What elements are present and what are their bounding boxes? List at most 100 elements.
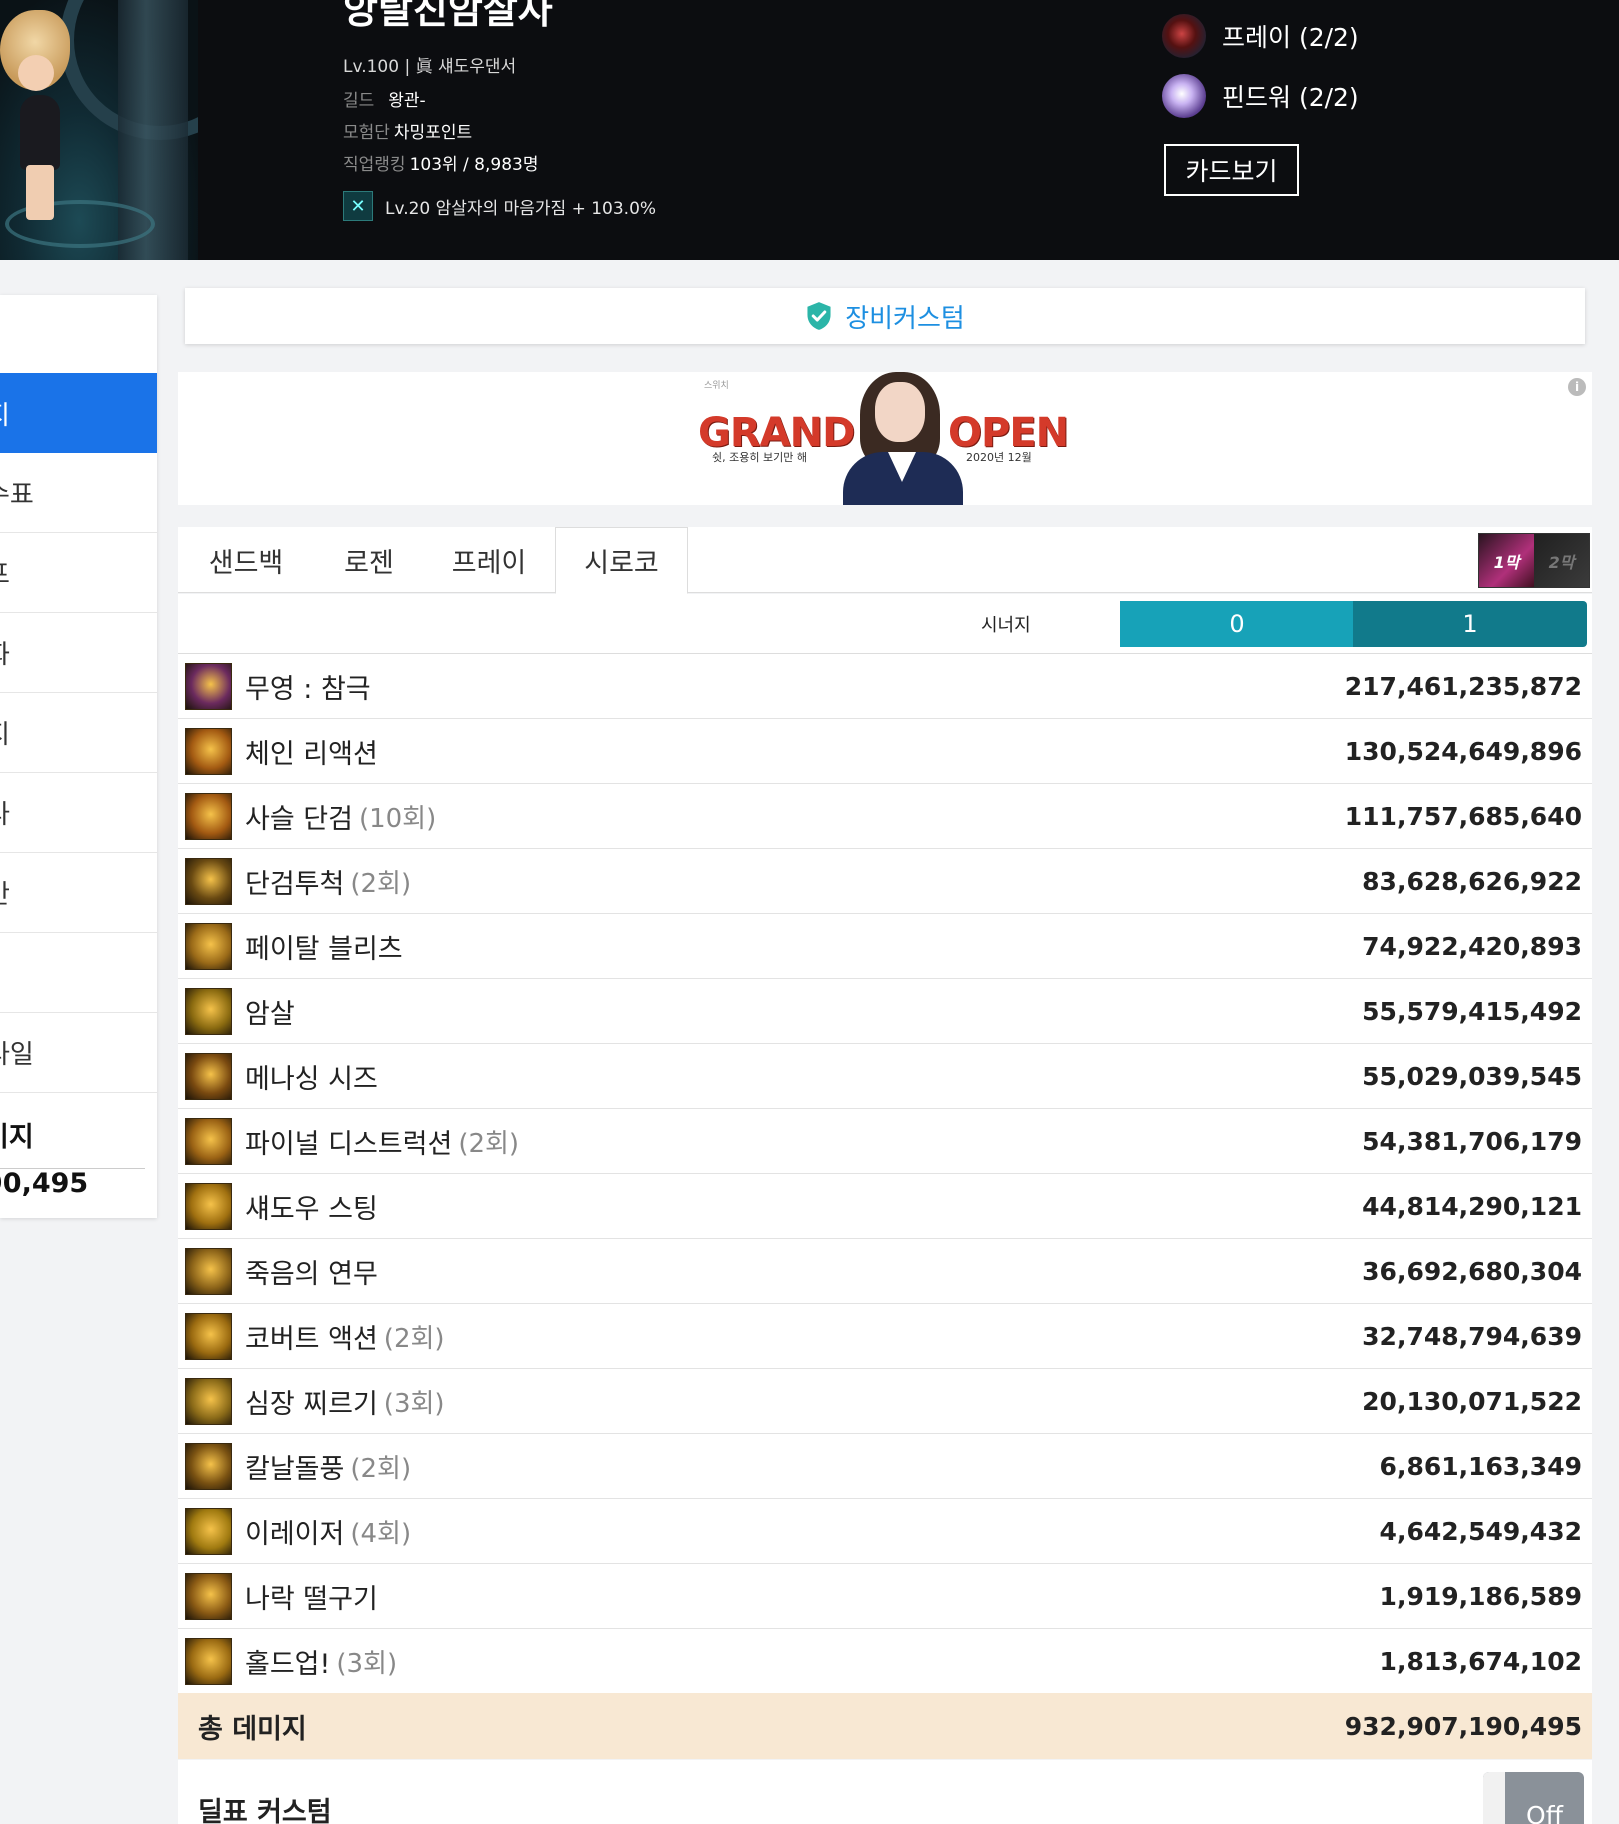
skill-icon [185, 1117, 232, 1165]
sidebar-item-2[interactable]: 프 [0, 533, 157, 613]
synergy-option-1[interactable]: 1 [1353, 601, 1587, 647]
skill-damage: 55,579,415,492 [1362, 997, 1582, 1026]
skill-damage: 20,130,071,522 [1362, 1387, 1582, 1416]
guild-label: 길드 [343, 91, 375, 111]
skill-name: 단검투척 [245, 868, 345, 900]
skill-damage: 83,628,626,922 [1362, 867, 1582, 896]
skill-count: (3회) [383, 1388, 445, 1419]
rank-label: 직업랭킹 [343, 155, 406, 175]
skill-icon [185, 1182, 232, 1230]
skill-count: (3회) [336, 1648, 398, 1679]
skill-damage: 44,814,290,121 [1362, 1192, 1582, 1221]
skill-damage: 6,861,163,349 [1379, 1452, 1582, 1481]
skill-name: 죽음의 연무 [245, 1258, 378, 1290]
skill-name: 홀드업! [245, 1648, 331, 1680]
sidebar-item-label: 수표 [0, 480, 34, 510]
synergy-option-0[interactable]: 0 [1120, 601, 1354, 647]
tab-rosen[interactable]: 로젠 [314, 527, 424, 593]
ad-model-image [843, 372, 963, 505]
phase-2-thumb[interactable]: 2막 [1534, 534, 1589, 587]
skill-row: 이레이저 (4회) 4,642,549,432 [178, 1499, 1592, 1564]
adventure-value[interactable]: 차밍포인트 [394, 123, 472, 143]
skill-icon [185, 1312, 232, 1360]
skill-name: 메나싱 시즈 [245, 1063, 378, 1095]
skill-row: 홀드업! (3회) 1,813,674,102 [178, 1629, 1592, 1694]
skill-icon [185, 1507, 232, 1555]
skill-count: (4회) [350, 1518, 412, 1549]
buff-skill-icon: ✕ [343, 191, 373, 221]
skill-row: 코버트 액션 (2회) 32,748,794,639 [178, 1304, 1592, 1369]
skill-name: 파이널 디스트럭션 [245, 1128, 453, 1160]
sidebar-item-4[interactable]: 지 [0, 693, 157, 773]
skill-row: 사슬 단검 (10회) 111,757,685,640 [178, 784, 1592, 849]
ad-left-subtext: 쉿, 조용히 보기만 해 [712, 451, 807, 464]
shield-check-icon [807, 302, 831, 330]
skill-name: 사슬 단검 [245, 803, 353, 835]
skill-icon [185, 857, 232, 905]
phase-selector[interactable]: 1막 2막 [1478, 533, 1590, 588]
equipment-custom-button[interactable]: 장비커스텀 [185, 288, 1585, 344]
buff-line: ✕ Lv.20 암살자의 마음가짐 + 103.0% [343, 191, 656, 221]
skill-name: 무영 : 참극 [245, 673, 371, 705]
skill-icon [185, 792, 232, 840]
skill-damage: 55,029,039,545 [1362, 1062, 1582, 1091]
deal-custom-toggle[interactable]: Off [1483, 1772, 1584, 1824]
sidebar-total-label: 미지 [0, 1115, 145, 1169]
guild-value[interactable]: 왕관- [388, 91, 425, 111]
skill-name: 이레이저 [245, 1518, 345, 1550]
ad-banner[interactable]: 스위치 GRAND 쉿, 조용히 보기만 해 OPEN 2020년 12월 i [178, 372, 1592, 505]
synergy-label: 시너지 [981, 615, 1031, 636]
skill-damage: 54,381,706,179 [1362, 1127, 1582, 1156]
skill-count: (2회) [458, 1128, 520, 1159]
skill-name: 칼날돌풍 [245, 1453, 345, 1485]
skill-damage: 1,919,186,589 [1379, 1582, 1582, 1611]
skill-name: 심장 찌르기 [245, 1388, 378, 1420]
skill-damage: 32,748,794,639 [1362, 1322, 1582, 1351]
sidebar-total-value: 90,495 [0, 1168, 89, 1199]
skill-icon [185, 1377, 232, 1425]
ad-info-icon[interactable]: i [1568, 378, 1586, 396]
skill-damage: 111,757,685,640 [1344, 802, 1582, 831]
sidebar-item-label: 지 [0, 714, 10, 751]
sidebar-item-7[interactable] [0, 933, 157, 1013]
skill-damage-table: 무영 : 참극 217,461,235,872 체인 리액션 130,524,649,… [178, 654, 1592, 1694]
skill-name: 나락 떨구기 [245, 1583, 378, 1615]
skill-damage: 217,461,235,872 [1344, 672, 1582, 701]
skill-row: 체인 리액션 130,524,649,896 [178, 719, 1592, 784]
skill-count: (2회) [383, 1323, 445, 1354]
total-damage-value: 932,907,190,495 [1344, 1711, 1582, 1741]
set-item-label: 프레이 (2/2) [1222, 23, 1359, 52]
character-header: 앙탈진암살자 Lv.100 | 眞 섀도우댄서 길드 왕관- 모험단 차밍포인트 직… [0, 0, 1619, 260]
synergy-row: 시너지 0 1 [178, 594, 1592, 654]
skill-name: 페이탈 블리츠 [245, 933, 403, 965]
rank-value: 103위 / 8,983명 [409, 155, 539, 175]
skill-icon [185, 922, 232, 970]
skill-count: (2회) [350, 868, 412, 899]
skill-damage: 4,642,549,432 [1379, 1517, 1582, 1546]
sidebar-item-8[interactable]: 타일 [0, 1013, 157, 1093]
ad-right-subtext: 2020년 12월 [966, 451, 1032, 464]
skill-row: 암살 55,579,415,492 [178, 979, 1592, 1044]
sidebar-item-6[interactable]: 만 [0, 853, 157, 933]
sidebar-item-0[interactable]: 지 [0, 373, 157, 453]
level-class: Lv.100 | 眞 섀도우댄서 [343, 57, 517, 77]
skill-count: (10회) [358, 803, 437, 834]
tab-siroco[interactable]: 시로코 [555, 527, 688, 594]
skill-icon [185, 1247, 232, 1295]
skill-damage: 130,524,649,896 [1344, 737, 1582, 766]
tab-sandbag[interactable]: 샌드백 [178, 527, 314, 593]
sidebar-item-5[interactable]: 타 [0, 773, 157, 853]
card-view-button[interactable]: 카드보기 [1164, 144, 1299, 196]
set-item-pindu[interactable]: 핀드워 (2/2) [1162, 74, 1359, 118]
skill-row: 칼날돌풍 (2회) 6,861,163,349 [178, 1434, 1592, 1499]
sidebar-item-3[interactable]: 화 [0, 613, 157, 693]
skill-icon [185, 662, 232, 710]
set-item-frey[interactable]: 프레이 (2/2) [1162, 14, 1359, 58]
sidebar-item-1[interactable]: 수표 [0, 453, 157, 533]
phase-1-thumb[interactable]: 1막 [1479, 534, 1534, 587]
sidebar-item-label: 타일 [0, 1040, 34, 1070]
buff-text: Lv.20 암살자의 마음가짐 + 103.0% [385, 198, 657, 219]
equipment-custom-label: 장비커스텀 [845, 303, 965, 334]
tab-frey[interactable]: 프레이 [424, 527, 554, 593]
dungeon-tabs: 샌드백 로젠 프레이 시로코 1막 2막 [178, 527, 1592, 594]
